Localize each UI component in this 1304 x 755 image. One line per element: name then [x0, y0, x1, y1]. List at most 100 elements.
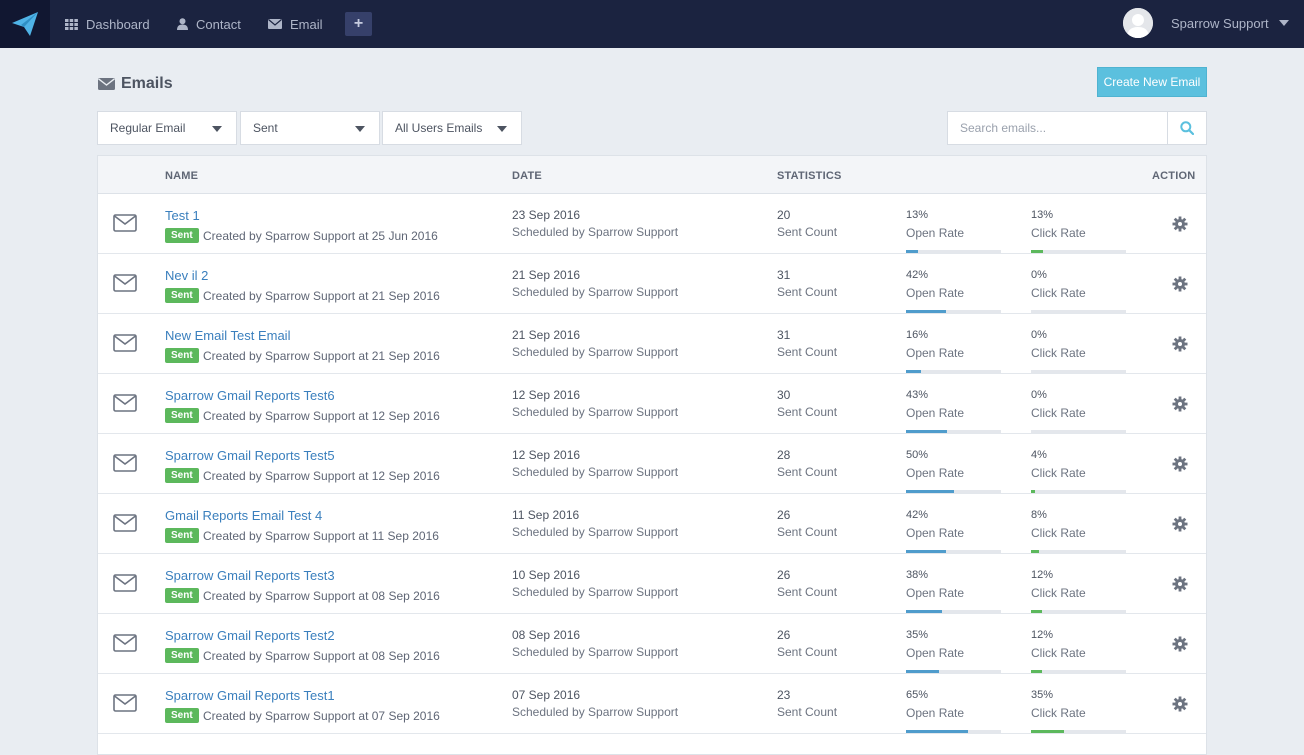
- status-value: Sent: [253, 121, 278, 135]
- sent-count-value: 20: [777, 208, 791, 222]
- status-select[interactable]: Sent: [240, 111, 380, 145]
- click-rate-value: 8%: [1031, 509, 1047, 521]
- open-rate-bar: [906, 670, 1001, 673]
- table-row: Sparrow Gmail Reports Test2 Sent Created…: [98, 614, 1206, 674]
- click-rate-bar: [1031, 430, 1126, 433]
- email-name-link[interactable]: Test 1: [165, 208, 200, 223]
- scheduled-text: Scheduled by Sparrow Support: [512, 345, 679, 359]
- top-navbar: Dashboard Contact Email + Sparrow Suppor…: [0, 0, 1304, 48]
- sent-count-label: Sent Count: [777, 645, 838, 659]
- gear-icon[interactable]: [1172, 516, 1188, 532]
- scheduled-text: Scheduled by Sparrow Support: [512, 225, 679, 239]
- sent-count-value: 26: [777, 508, 791, 522]
- open-rate-fill: [906, 610, 943, 613]
- nav-dashboard-label: Dashboard: [86, 16, 150, 32]
- chevron-down-icon[interactable]: [1279, 20, 1289, 26]
- sent-count-value: 30: [777, 388, 791, 402]
- open-rate-value: 16%: [906, 329, 929, 341]
- sent-count-label: Sent Count: [777, 465, 838, 479]
- paper-plane-icon[interactable]: [0, 0, 50, 48]
- gear-icon[interactable]: [1172, 636, 1188, 652]
- scheduled-text: Scheduled by Sparrow Support: [512, 645, 679, 659]
- sent-count-label: Sent Count: [777, 285, 838, 299]
- sent-count-label: Sent Count: [777, 405, 838, 419]
- scheduled-text: Scheduled by Sparrow Support: [512, 405, 679, 419]
- email-type-value: Regular Email: [110, 121, 186, 135]
- status-badge: Sent: [165, 348, 199, 363]
- click-rate-value: 13%: [1031, 209, 1054, 221]
- users-select[interactable]: All Users Emails: [382, 111, 522, 145]
- grid-icon: [65, 18, 78, 30]
- created-text: Created by Sparrow Support at 11 Sep 201…: [203, 529, 439, 543]
- date-text: 07 Sep 2016: [512, 688, 581, 702]
- open-rate-bar: [906, 430, 1001, 433]
- click-rate-fill: [1031, 550, 1039, 553]
- gear-icon[interactable]: [1172, 396, 1188, 412]
- created-text: Created by Sparrow Support at 08 Sep 201…: [203, 649, 440, 663]
- add-button[interactable]: +: [345, 12, 372, 36]
- gear-icon[interactable]: [1172, 696, 1188, 712]
- click-rate-label: Click Rate: [1031, 646, 1086, 660]
- header-date[interactable]: DATE: [512, 170, 542, 182]
- search-input[interactable]: [948, 112, 1168, 144]
- table-row: Sparrow Gmail Reports Test5 Sent Created…: [98, 434, 1206, 494]
- sent-count-label: Sent Count: [777, 345, 838, 359]
- click-rate-bar: [1031, 670, 1126, 673]
- emails-table: NAME DATE STATISTICS ACTION Test 1 Sent …: [97, 155, 1207, 755]
- table-row: Test 1 Sent Created by Sparrow Support a…: [98, 194, 1206, 254]
- page-title: Emails: [98, 75, 173, 93]
- open-rate-bar: [906, 310, 1001, 313]
- page-title-text: Emails: [121, 75, 173, 92]
- envelope-icon: [98, 78, 115, 90]
- click-rate-fill: [1031, 610, 1043, 613]
- gear-icon[interactable]: [1172, 456, 1188, 472]
- email-name-link[interactable]: Sparrow Gmail Reports Test6: [165, 388, 335, 403]
- table-row: Nev il 2 Sent Created by Sparrow Support…: [98, 254, 1206, 314]
- email-name-link[interactable]: Sparrow Gmail Reports Test2: [165, 628, 335, 643]
- click-rate-label: Click Rate: [1031, 286, 1086, 300]
- scheduled-text: Scheduled by Sparrow Support: [512, 465, 679, 479]
- email-name-link[interactable]: Gmail Reports Email Test 4: [165, 508, 322, 523]
- email-name-link[interactable]: Sparrow Gmail Reports Test3: [165, 568, 335, 583]
- search-button[interactable]: [1167, 112, 1206, 144]
- click-rate-fill: [1031, 730, 1065, 733]
- email-name-link[interactable]: New Email Test Email: [165, 328, 290, 343]
- users-value: All Users Emails: [395, 121, 483, 135]
- gear-icon[interactable]: [1172, 216, 1188, 232]
- open-rate-value: 65%: [906, 689, 929, 701]
- gear-icon[interactable]: [1172, 336, 1188, 352]
- email-name-link[interactable]: Sparrow Gmail Reports Test1: [165, 688, 335, 703]
- scheduled-text: Scheduled by Sparrow Support: [512, 585, 679, 599]
- email-name-link[interactable]: Sparrow Gmail Reports Test5: [165, 448, 335, 463]
- search-box: [947, 111, 1207, 145]
- nav-dashboard[interactable]: Dashboard: [65, 0, 150, 48]
- email-name-link[interactable]: Nev il 2: [165, 268, 208, 283]
- open-rate-value: 13%: [906, 209, 929, 221]
- user-icon: [177, 18, 188, 30]
- nav-email[interactable]: Email: [268, 0, 323, 48]
- gear-icon[interactable]: [1172, 276, 1188, 292]
- header-name[interactable]: NAME: [165, 170, 198, 182]
- sent-count-value: 23: [777, 688, 791, 702]
- open-rate-label: Open Rate: [906, 586, 965, 600]
- open-rate-bar: [906, 610, 1001, 613]
- user-name[interactable]: Sparrow Support: [1171, 16, 1269, 31]
- nav-contact-label: Contact: [196, 16, 241, 32]
- sent-count-label: Sent Count: [777, 585, 838, 599]
- create-new-email-button[interactable]: Create New Email: [1097, 67, 1207, 97]
- avatar[interactable]: [1123, 8, 1153, 38]
- sent-count-value: 31: [777, 268, 791, 282]
- chevron-down-icon: [212, 126, 222, 132]
- click-rate-bar: [1031, 310, 1126, 313]
- created-text: Created by Sparrow Support at 21 Sep 201…: [203, 349, 440, 363]
- click-rate-label: Click Rate: [1031, 586, 1086, 600]
- nav-contact[interactable]: Contact: [177, 0, 241, 48]
- status-badge: Sent: [165, 648, 199, 663]
- open-rate-fill: [906, 430, 947, 433]
- date-text: 12 Sep 2016: [512, 388, 581, 402]
- open-rate-label: Open Rate: [906, 526, 965, 540]
- email-type-select[interactable]: Regular Email: [97, 111, 237, 145]
- gear-icon[interactable]: [1172, 576, 1188, 592]
- open-rate-value: 42%: [906, 269, 929, 281]
- open-rate-fill: [906, 370, 922, 373]
